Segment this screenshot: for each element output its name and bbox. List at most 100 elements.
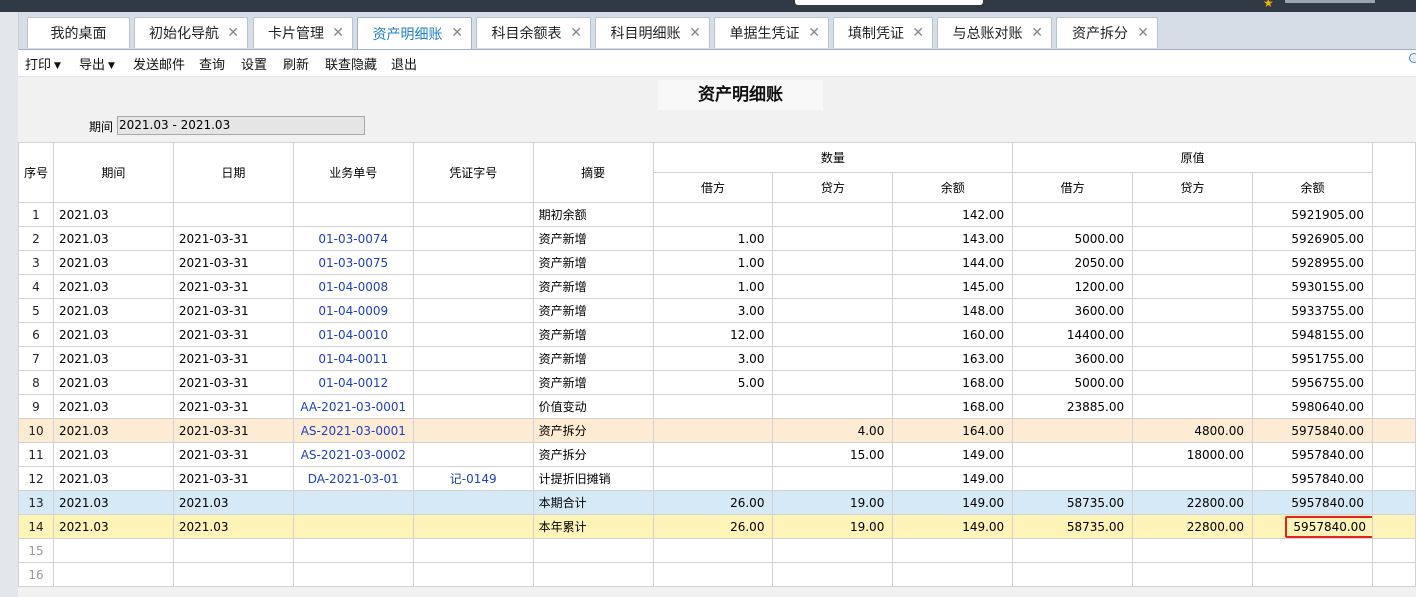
- cell-qd: [652, 202, 774, 227]
- close-icon[interactable]: ✕: [570, 25, 582, 41]
- cell-voucher[interactable]: [412, 322, 534, 347]
- table-row[interactable]: 12 2021.03 2021-03-31 DA-2021-03-01 记-0149 计提…: [18, 466, 1416, 491]
- tab-item[interactable]: 填制凭证 ✕: [833, 17, 933, 48]
- cell-summary: 资产新增: [532, 250, 654, 275]
- header-date[interactable]: 日期: [172, 142, 294, 203]
- header-qty-credit[interactable]: 贷方: [772, 172, 894, 203]
- tab-item[interactable]: 科目明细账 ✕: [595, 17, 710, 48]
- table-row[interactable]: 7 2021.03 2021-03-31 01-04-0011 资产新增 3.00 163.…: [18, 346, 1416, 371]
- cell-doc[interactable]: 01-04-0008: [292, 274, 414, 299]
- star-icon[interactable]: ★: [1263, 0, 1274, 10]
- cell-voucher[interactable]: [412, 514, 534, 539]
- table-row[interactable]: 9 2021.03 2021-03-31 AA-2021-03-0001 价值变动 168…: [18, 394, 1416, 419]
- close-icon[interactable]: ✕: [1031, 25, 1043, 41]
- tab-item[interactable]: 单据生凭证 ✕: [714, 17, 829, 48]
- table-row[interactable]: 2 2021.03 2021-03-31 01-03-0074 资产新增 1.00 143.…: [18, 226, 1416, 251]
- cell-seq: 14: [18, 514, 54, 539]
- export-button[interactable]: 导出 ▼: [79, 54, 115, 73]
- top-search-box[interactable]: [795, 0, 983, 5]
- cell-voucher[interactable]: [412, 370, 534, 395]
- tab-item[interactable]: 与总账对账 ✕: [937, 17, 1052, 48]
- close-icon[interactable]: ✕: [451, 25, 463, 41]
- close-icon[interactable]: ✕: [912, 25, 924, 41]
- linked-hide-button[interactable]: 联查隐藏: [325, 54, 377, 73]
- cell-voucher[interactable]: [412, 274, 534, 299]
- cell-voucher[interactable]: [412, 202, 534, 227]
- cell-doc[interactable]: [292, 202, 414, 227]
- cell-doc[interactable]: 01-04-0009: [292, 298, 414, 323]
- header-summary[interactable]: 摘要: [532, 142, 654, 203]
- table-row[interactable]: 5 2021.03 2021-03-31 01-04-0009 资产新增 3.00 148.…: [18, 298, 1416, 323]
- header-orig-credit[interactable]: 贷方: [1132, 172, 1254, 203]
- table-row[interactable]: 13 2021.03 2021.03 本期合计 26.00 19.00 149.00 5873…: [18, 490, 1416, 515]
- cell-filler: [1371, 466, 1416, 491]
- period-field[interactable]: 2021.03 - 2021.03: [117, 116, 365, 135]
- tab-item[interactable]: 资产拆分 ✕: [1056, 17, 1158, 48]
- table-row[interactable]: 11 2021.03 2021-03-31 AS-2021-03-0002 资产拆分 15…: [18, 442, 1416, 467]
- table-row[interactable]: 4 2021.03 2021-03-31 01-04-0008 资产新增 1.00 145.…: [18, 274, 1416, 299]
- table-row[interactable]: 16: [18, 562, 1416, 587]
- exit-button[interactable]: 退出: [391, 54, 417, 73]
- close-icon[interactable]: ✕: [689, 25, 701, 41]
- table-row[interactable]: 14 2021.03 2021.03 本年累计 26.00 19.00 149.00 5873…: [18, 514, 1416, 539]
- cell-doc[interactable]: [292, 514, 414, 539]
- table-row[interactable]: 6 2021.03 2021-03-31 01-04-0010 资产新增 12.00 160…: [18, 322, 1416, 347]
- tab-item[interactable]: 资产明细账 ✕: [357, 17, 472, 49]
- table-row[interactable]: 15: [18, 538, 1416, 563]
- tab-item[interactable]: 初始化导航 ✕: [134, 17, 248, 48]
- settings-button[interactable]: 设置: [241, 54, 267, 73]
- cell-doc[interactable]: AS-2021-03-0002: [292, 442, 414, 467]
- cell-voucher[interactable]: 记-0149: [412, 466, 534, 491]
- send-mail-button[interactable]: 发送邮件: [133, 54, 185, 73]
- table-row[interactable]: 1 2021.03 期初余额 142.00 5921905.00: [18, 202, 1416, 227]
- cell-voucher[interactable]: [412, 250, 534, 275]
- cell-doc[interactable]: 01-03-0075: [292, 250, 414, 275]
- query-button[interactable]: 查询: [199, 54, 225, 73]
- cell-doc[interactable]: DA-2021-03-01: [292, 466, 414, 491]
- header-period[interactable]: 期间: [52, 142, 174, 203]
- cell-doc[interactable]: 01-04-0010: [292, 322, 414, 347]
- header-qty-balance[interactable]: 余额: [892, 172, 1014, 203]
- cell-doc[interactable]: 01-04-0011: [292, 346, 414, 371]
- cell-doc[interactable]: [292, 562, 414, 587]
- cell-doc[interactable]: AS-2021-03-0001: [292, 418, 414, 443]
- table-row[interactable]: 3 2021.03 2021-03-31 01-03-0075 资产新增 1.00 144.…: [18, 250, 1416, 275]
- header-qty-debit[interactable]: 借方: [652, 172, 774, 203]
- cell-voucher[interactable]: [412, 226, 534, 251]
- table-row[interactable]: 10 2021.03 2021-03-31 AS-2021-03-0001 资产拆分 4.…: [18, 418, 1416, 443]
- tab-item[interactable]: 卡片管理 ✕: [253, 17, 353, 48]
- print-button[interactable]: 打印 ▼: [25, 54, 61, 73]
- table-row[interactable]: 8 2021.03 2021-03-31 01-04-0012 资产新增 5.00 168.…: [18, 370, 1416, 395]
- header-orig-debit[interactable]: 借方: [1012, 172, 1134, 203]
- close-icon[interactable]: ✕: [808, 25, 820, 41]
- cell-voucher[interactable]: [412, 298, 534, 323]
- cell-voucher[interactable]: [412, 562, 534, 587]
- header-orig-balance[interactable]: 余额: [1252, 172, 1373, 203]
- cell-voucher[interactable]: [412, 418, 534, 443]
- cell-oc: [1132, 226, 1254, 251]
- cell-od: [1012, 202, 1134, 227]
- refresh-button[interactable]: 刷新: [283, 54, 309, 73]
- user-area[interactable]: [1285, 0, 1375, 3]
- close-icon[interactable]: ✕: [227, 25, 239, 41]
- tab-item[interactable]: 我的桌面: [27, 17, 130, 48]
- header-doc-no[interactable]: 业务单号: [292, 142, 414, 203]
- cell-qd: 1.00: [652, 274, 774, 299]
- option-radio[interactable]: [1409, 53, 1416, 63]
- cell-voucher[interactable]: [412, 346, 534, 371]
- cell-voucher[interactable]: [412, 490, 534, 515]
- cell-seq: 16: [18, 562, 54, 587]
- header-seq[interactable]: 序号: [18, 142, 54, 203]
- tab-item[interactable]: 科目余额表 ✕: [476, 17, 591, 48]
- cell-voucher[interactable]: [412, 538, 534, 563]
- cell-voucher[interactable]: [412, 394, 534, 419]
- cell-doc[interactable]: 01-03-0074: [292, 226, 414, 251]
- cell-doc[interactable]: [292, 490, 414, 515]
- cell-doc[interactable]: AA-2021-03-0001: [292, 394, 414, 419]
- cell-voucher[interactable]: [412, 442, 534, 467]
- cell-doc[interactable]: 01-04-0012: [292, 370, 414, 395]
- close-icon[interactable]: ✕: [332, 25, 344, 41]
- header-voucher[interactable]: 凭证字号: [412, 142, 534, 203]
- cell-doc[interactable]: [292, 538, 414, 563]
- close-icon[interactable]: ✕: [1137, 25, 1149, 41]
